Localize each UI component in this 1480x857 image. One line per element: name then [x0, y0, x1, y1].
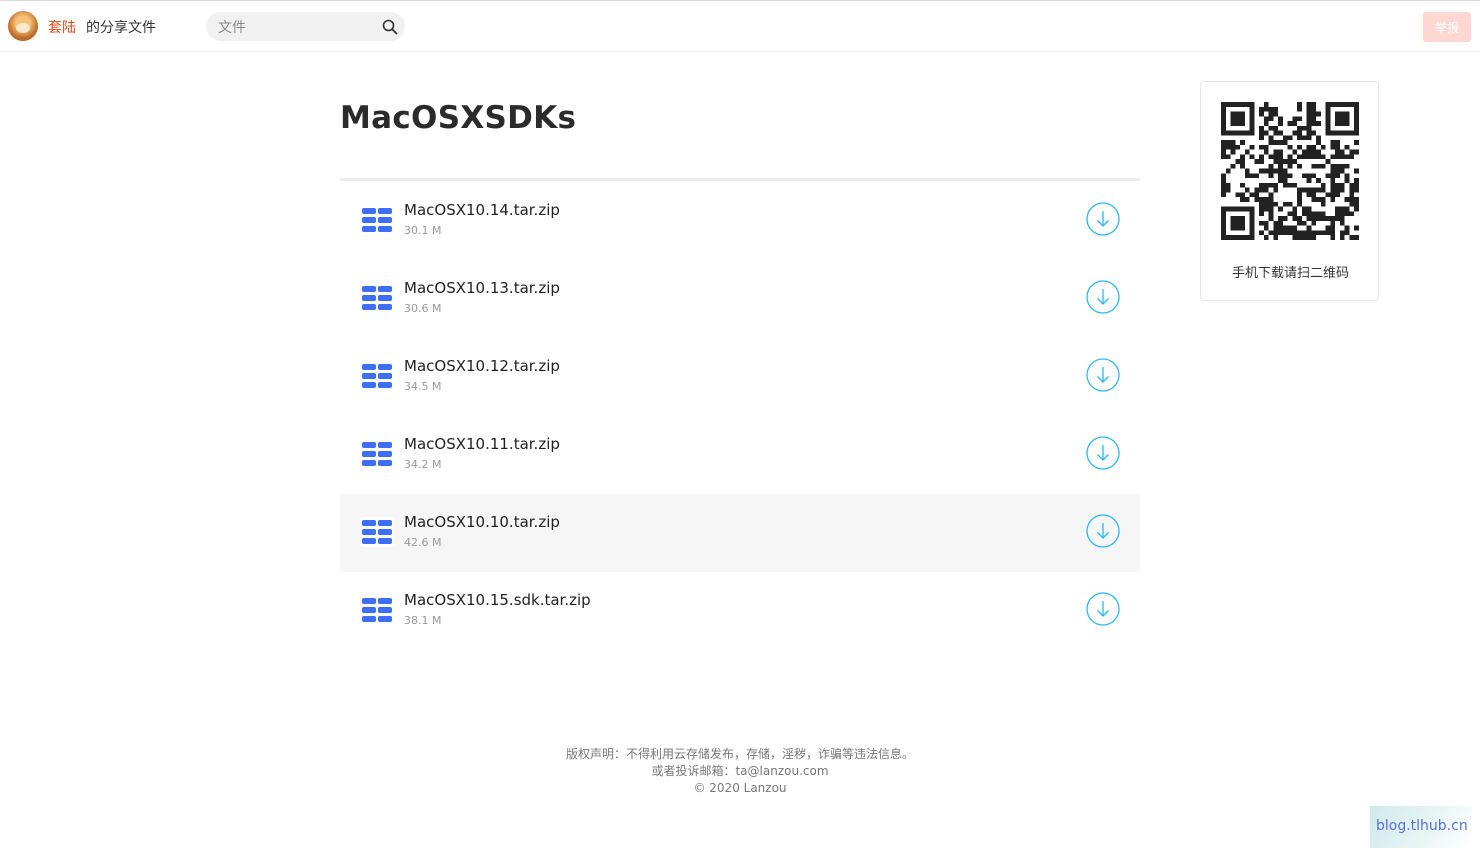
copyright-year: © 2020 Lanzou [693, 781, 787, 795]
file-icon [362, 286, 392, 310]
search-box [206, 12, 405, 41]
file-icon [362, 442, 392, 466]
file-row[interactable]: MacOSX10.15.sdk.tar.zip 38.1 M [340, 572, 1140, 650]
file-row[interactable]: MacOSX10.13.tar.zip 30.6 M [340, 260, 1140, 338]
file-size: 30.1 M [404, 224, 442, 237]
file-list: MacOSX10.14.tar.zip 30.1 M MacOSX10.13.t… [340, 182, 1140, 650]
file-row[interactable]: MacOSX10.10.tar.zip 42.6 M [340, 494, 1140, 572]
file-name[interactable]: MacOSX10.11.tar.zip [404, 435, 560, 453]
folder-title: MacOSXSDKs [340, 100, 577, 136]
search-icon[interactable] [382, 19, 398, 35]
file-name[interactable]: MacOSX10.13.tar.zip [404, 279, 560, 297]
file-icon [362, 598, 392, 622]
file-name[interactable]: MacOSX10.12.tar.zip [404, 357, 560, 375]
share-label: 的分享文件 [86, 20, 156, 36]
download-icon[interactable] [1085, 357, 1121, 393]
avatar[interactable] [8, 11, 38, 41]
top-bar: 套陆 的分享文件 举报 [0, 1, 1480, 52]
file-row[interactable]: MacOSX10.11.tar.zip 34.2 M [340, 416, 1140, 494]
file-size: 42.6 M [404, 536, 442, 549]
download-icon[interactable] [1085, 435, 1121, 471]
file-name[interactable]: MacOSX10.10.tar.zip [404, 513, 560, 531]
file-size: 30.6 M [404, 302, 442, 315]
file-size: 38.1 M [404, 614, 442, 627]
file-row[interactable]: MacOSX10.14.tar.zip 30.1 M [340, 182, 1140, 260]
file-size: 34.5 M [404, 380, 442, 393]
report-button[interactable]: 举报 [1423, 12, 1471, 42]
download-icon[interactable] [1085, 513, 1121, 549]
qr-code [1221, 102, 1359, 240]
file-row[interactable]: MacOSX10.12.tar.zip 34.5 M [340, 338, 1140, 416]
qr-card: 手机下载请扫二维码 [1200, 81, 1379, 301]
file-name[interactable]: MacOSX10.15.sdk.tar.zip [404, 591, 591, 609]
owner-name[interactable]: 套陆 [48, 17, 76, 37]
file-icon [362, 364, 392, 388]
download-icon[interactable] [1085, 279, 1121, 315]
watermark-text: blog.tlhub.cn [1376, 818, 1468, 834]
copyright-notice: 版权声明：不得利用云存储发布，存储，淫秽，诈骗等违法信息。 [565, 747, 914, 761]
watermark: blog.tlhub.cn [1370, 806, 1472, 848]
download-icon[interactable] [1085, 591, 1121, 627]
file-icon [360, 517, 394, 547]
qr-caption: 手机下载请扫二维码 [1231, 266, 1349, 281]
search-input[interactable] [216, 17, 380, 39]
download-icon[interactable] [1085, 201, 1121, 237]
complaint-email: 或者投诉邮箱：ta@lanzou.com [651, 764, 829, 778]
title-divider [340, 178, 1140, 181]
file-name[interactable]: MacOSX10.14.tar.zip [404, 201, 560, 219]
file-icon [362, 208, 392, 232]
footer: 版权声明：不得利用云存储发布，存储，淫秽，诈骗等违法信息。 或者投诉邮箱：ta@… [440, 746, 1040, 797]
file-size: 34.2 M [404, 458, 442, 471]
